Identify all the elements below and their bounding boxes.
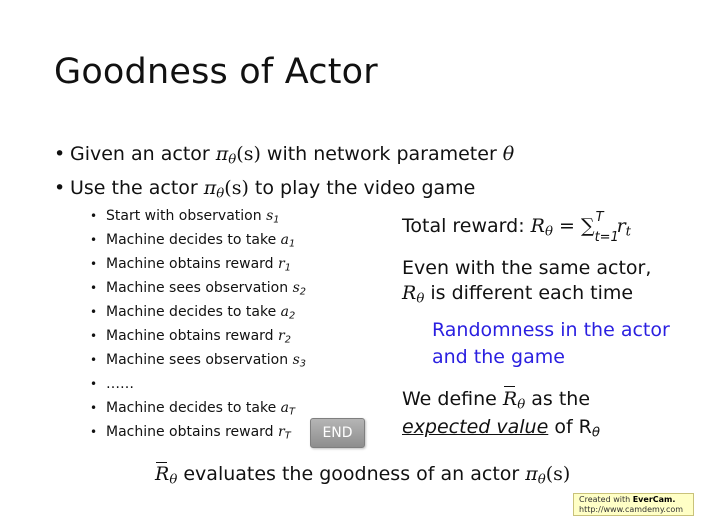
define-line1: We define Rθ as the	[402, 386, 591, 413]
randomness-line1: Randomness in the actor	[432, 319, 670, 341]
bullet-dot: •	[90, 233, 98, 247]
bullet-dot: •	[90, 377, 98, 391]
slide: Goodness of Actor • Given an actor πθ(s) …	[0, 0, 701, 523]
evercam-watermark: Created with EverCam. http://www.camdemy…	[573, 493, 694, 516]
bullet-dot: •	[90, 281, 98, 295]
bottom-summary: Rθ evaluates the goodness of an actor πθ…	[155, 462, 571, 488]
bullet-dot: •	[54, 177, 66, 199]
bullet-dot: •	[90, 305, 98, 319]
end-button[interactable]: END	[310, 418, 365, 448]
sub-bullet: • Machine sees observation s3	[90, 352, 306, 370]
bullet-dot: •	[90, 257, 98, 271]
slide-title: Goodness of Actor	[54, 52, 378, 92]
bullet-dot: •	[90, 329, 98, 343]
bullet-dot: •	[54, 143, 66, 165]
sub-bullet: • Start with observation s1	[90, 208, 280, 226]
bullet-dot: •	[90, 401, 98, 415]
total-reward-formula: Total reward: Rθ = ∑ Tt=1 rt	[402, 210, 631, 245]
bullet-dot: •	[90, 353, 98, 367]
bullet-dot: •	[90, 209, 98, 223]
sub-bullet: • Machine obtains reward r2	[90, 328, 291, 346]
sub-bullet: • Machine obtains reward r1	[90, 256, 291, 274]
sub-bullet: •……	[90, 376, 134, 392]
sub-bullet: • Machine sees observation s2	[90, 280, 306, 298]
define-line2: expected value of Rθ	[402, 416, 601, 441]
bullet-given-actor: • Given an actor πθ(s) with network param…	[54, 143, 515, 168]
sub-bullet: • Machine decides to take aT	[90, 400, 295, 418]
bullet-use-actor: • Use the actor πθ(s) to play the video g…	[54, 177, 476, 202]
sub-bullet: • Machine decides to take a2	[90, 304, 296, 322]
randomness-line2: and the game	[432, 346, 565, 368]
sub-bullet: • Machine obtains reward rT	[90, 424, 291, 442]
bullet-dot: •	[90, 425, 98, 439]
sub-bullet: • Machine decides to take a1	[90, 232, 296, 250]
even-same-actor-line1: Even with the same actor,	[402, 257, 652, 279]
even-same-actor-line2: Rθ is different each time	[402, 282, 634, 307]
